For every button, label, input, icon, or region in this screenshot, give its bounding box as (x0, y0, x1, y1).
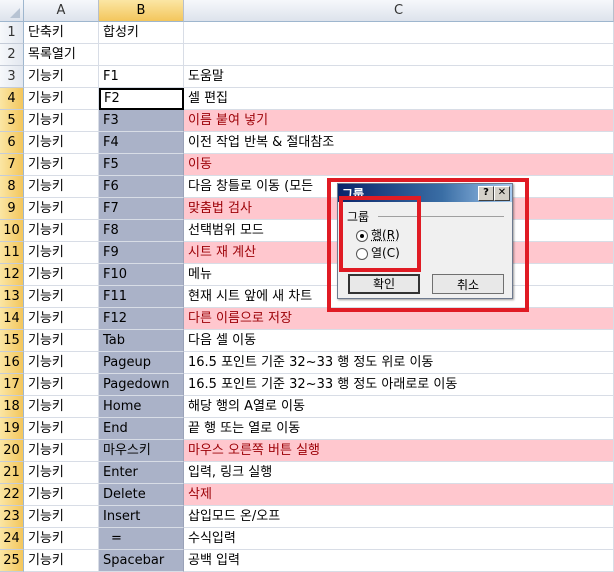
cell-a[interactable]: 기능키 (24, 484, 99, 506)
active-cell[interactable]: F2 (99, 88, 184, 110)
row-header[interactable]: 14 (0, 308, 24, 330)
row-header[interactable]: 10 (0, 220, 24, 242)
cell-b[interactable]: F3 (99, 110, 184, 132)
cell-c[interactable]: 이동 (184, 154, 614, 176)
cell-a[interactable]: 기능키 (24, 220, 99, 242)
cell-c[interactable]: 이전 작업 반복 & 절대참조 (184, 132, 614, 154)
cell-b[interactable]: F11 (99, 286, 184, 308)
cell-a[interactable]: 기능키 (24, 330, 99, 352)
cell-b[interactable]: 마우스키 (99, 440, 184, 462)
cell-c[interactable] (184, 44, 614, 66)
row-header[interactable]: 15 (0, 330, 24, 352)
row-header[interactable]: 1 (0, 22, 24, 44)
row-header[interactable]: 5 (0, 110, 24, 132)
column-header-b[interactable]: B (99, 0, 184, 22)
cell-a[interactable]: 기능키 (24, 264, 99, 286)
cell-a[interactable]: 단축키 (24, 22, 99, 44)
row-header[interactable]: 16 (0, 352, 24, 374)
cell-a[interactable]: 기능키 (24, 88, 99, 110)
cell-b[interactable]: F1 (99, 66, 184, 88)
cell-b[interactable]: Enter (99, 462, 184, 484)
cell-c[interactable]: 끝 행 또는 열로 이동 (184, 418, 614, 440)
cell-b[interactable]: Home (99, 396, 184, 418)
cell-a[interactable]: 목록열기 (24, 44, 99, 66)
cell-a[interactable]: 기능키 (24, 286, 99, 308)
row-header[interactable]: 12 (0, 264, 24, 286)
row-header[interactable]: 3 (0, 66, 24, 88)
cell-a[interactable]: 기능키 (24, 154, 99, 176)
cell-a[interactable]: 기능키 (24, 506, 99, 528)
cell-a[interactable]: 기능키 (24, 374, 99, 396)
row-header[interactable]: 13 (0, 286, 24, 308)
row-header[interactable]: 21 (0, 462, 24, 484)
cell-a[interactable]: 기능키 (24, 198, 99, 220)
cell-b[interactable]: F12 (99, 308, 184, 330)
highlight-box-options (339, 196, 421, 272)
cell-b[interactable]: Pageup (99, 352, 184, 374)
cell-a[interactable]: 기능키 (24, 176, 99, 198)
cell-b[interactable]: End (99, 418, 184, 440)
column-header-a[interactable]: A (24, 0, 99, 22)
row-header[interactable]: 2 (0, 44, 24, 66)
cell-c[interactable]: 16.5 포인트 기준 32~33 행 정도 위로 이동 (184, 352, 614, 374)
cell-c[interactable]: 공백 입력 (184, 550, 614, 572)
cell-a[interactable]: 기능키 (24, 132, 99, 154)
cell-a[interactable]: 기능키 (24, 352, 99, 374)
cell-b[interactable]: F7 (99, 198, 184, 220)
row-header[interactable]: 11 (0, 242, 24, 264)
row-header[interactable]: 18 (0, 396, 24, 418)
cell-a[interactable]: 기능키 (24, 308, 99, 330)
select-all-corner[interactable] (0, 0, 24, 22)
row-header[interactable]: 6 (0, 132, 24, 154)
cell-c[interactable]: 수식입력 (184, 528, 614, 550)
cell-b[interactable] (99, 44, 184, 66)
cell-c[interactable]: 삽입모드 온/오프 (184, 506, 614, 528)
row-header[interactable]: 23 (0, 506, 24, 528)
row-header[interactable]: 24 (0, 528, 24, 550)
cell-b[interactable]: F4 (99, 132, 184, 154)
row-header[interactable]: 8 (0, 176, 24, 198)
cell-a[interactable]: 기능키 (24, 528, 99, 550)
column-header-c[interactable]: C (184, 0, 614, 22)
row-header[interactable]: 9 (0, 198, 24, 220)
cell-c[interactable]: 마우스 오른쪽 버튼 실행 (184, 440, 614, 462)
cell-a[interactable]: 기능키 (24, 110, 99, 132)
cell-c[interactable]: 입력, 링크 실행 (184, 462, 614, 484)
cell-b[interactable]: Spacebar (99, 550, 184, 572)
cell-a[interactable]: 기능키 (24, 462, 99, 484)
row-header[interactable]: 17 (0, 374, 24, 396)
cell-b[interactable]: Insert (99, 506, 184, 528)
row-header[interactable]: 7 (0, 154, 24, 176)
cell-b[interactable]: Delete (99, 484, 184, 506)
cell-a[interactable]: 기능키 (24, 396, 99, 418)
cell-b[interactable]: F9 (99, 242, 184, 264)
cell-c[interactable]: 다음 셀 이동 (184, 330, 614, 352)
cell-c[interactable]: 해당 행의 A열로 이동 (184, 396, 614, 418)
row-header[interactable]: 19 (0, 418, 24, 440)
cell-a[interactable]: 기능키 (24, 440, 99, 462)
row-header[interactable]: 20 (0, 440, 24, 462)
row-header[interactable]: 4 (0, 88, 24, 110)
cell-a[interactable]: 기능키 (24, 242, 99, 264)
cell-b[interactable]: F5 (99, 154, 184, 176)
cell-b[interactable]: F8 (99, 220, 184, 242)
cell-a[interactable]: 기능키 (24, 66, 99, 88)
cell-b[interactable]: = (99, 528, 184, 550)
cell-a[interactable]: 기능키 (24, 550, 99, 572)
cell-c[interactable]: 삭제 (184, 484, 614, 506)
cell-c[interactable]: 이름 붙여 넣기 (184, 110, 614, 132)
row-header[interactable]: 25 (0, 550, 24, 572)
cell-b[interactable]: 합성키 (99, 22, 184, 44)
cell-b[interactable]: Pagedown (99, 374, 184, 396)
cell-b[interactable]: Tab (99, 330, 184, 352)
cell-a[interactable]: 기능키 (24, 418, 99, 440)
cell-b[interactable]: F6 (99, 176, 184, 198)
cell-c[interactable]: 도움말 (184, 66, 614, 88)
cell-c[interactable] (184, 22, 614, 44)
cell-c[interactable]: 16.5 포인트 기준 32~33 행 정도 아래로로 이동 (184, 374, 614, 396)
cell-c[interactable]: 셀 편집 (184, 88, 614, 110)
row-header[interactable]: 22 (0, 484, 24, 506)
cell-b[interactable]: F10 (99, 264, 184, 286)
